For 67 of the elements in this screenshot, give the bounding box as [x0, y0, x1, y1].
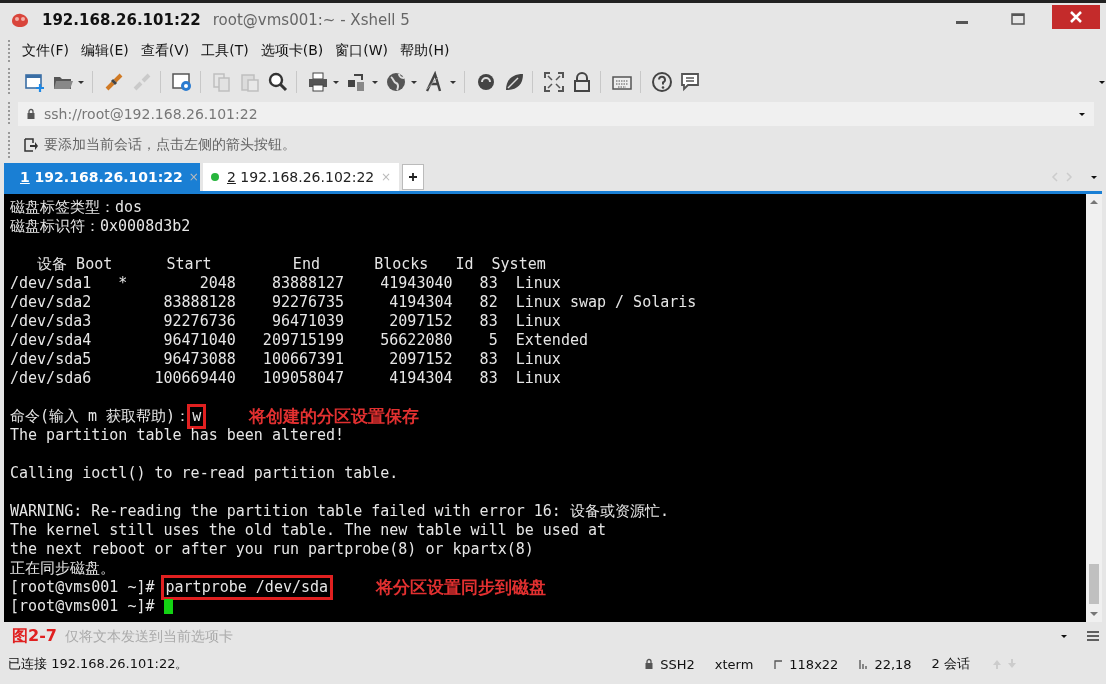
- session-tab[interactable]: 2 192.168.26.102:22 ×: [203, 163, 399, 191]
- fullscreen-icon[interactable]: [543, 71, 565, 93]
- annotation-text: 将分区设置同步到磁盘: [376, 578, 547, 597]
- print-icon[interactable]: [307, 71, 329, 93]
- annotation-text: 将创建的分区设置保存: [249, 407, 420, 426]
- protocol-status: SSH2: [660, 656, 695, 672]
- terminal-line: /dev/sda2 83888128 92276735 4194304 82 Linux swap / Solaris: [10, 293, 697, 312]
- help-icon[interactable]: [651, 71, 673, 93]
- menu-item[interactable]: 选项卡(B): [256, 42, 332, 60]
- chat-icon[interactable]: [679, 71, 701, 93]
- terminal-line: WARNING: Re-reading the partition table failed with error 16: 设备或资源忙.: [10, 502, 669, 521]
- close-icon[interactable]: [1052, 5, 1100, 29]
- terminal-line: The kernel still uses the old table. The new table will be used at: [10, 521, 607, 540]
- plus-icon[interactable]: [408, 172, 418, 182]
- figure-label: 图2-7: [12, 625, 57, 647]
- size-icon: [773, 658, 784, 670]
- connection-status: 已连接 192.168.26.101:22。: [8, 655, 189, 673]
- terminal-line: /dev/sda3 92276736 96471039 2097152 83 Linux: [10, 312, 561, 331]
- address-field[interactable]: ssh://root@192.168.26.101:22: [18, 102, 1094, 126]
- scroll-down-icon[interactable]: [1089, 610, 1099, 618]
- cursor-position: 22,18: [874, 656, 912, 672]
- menu-item[interactable]: 查看(V): [136, 42, 198, 60]
- find-icon[interactable]: [267, 71, 289, 93]
- menu-item[interactable]: 编辑(E): [77, 42, 137, 60]
- lock-icon: [644, 658, 655, 670]
- globe-icon[interactable]: [385, 71, 407, 93]
- terminal-line: The partition table has been altered!: [10, 426, 345, 445]
- new-tab-button[interactable]: [402, 164, 424, 190]
- scrollbar[interactable]: [1086, 194, 1102, 622]
- properties-icon[interactable]: [171, 71, 193, 93]
- terminal-line: [root@vms001 ~]#: [10, 597, 156, 616]
- terminal-command: partprobe /dev/sda: [163, 578, 331, 597]
- session-tab[interactable]: 1 192.168.26.101:22 ×: [4, 163, 200, 191]
- menu-item[interactable]: 文件(F): [18, 42, 77, 60]
- terminal-line: 设备 Boot Start End Blocks Id System: [36, 255, 546, 274]
- menu-icon[interactable]: [1086, 630, 1100, 642]
- scroll-up-icon[interactable]: [1089, 198, 1099, 206]
- menu-item[interactable]: 工具(T): [197, 42, 257, 60]
- window-host: 192.168.26.101:22: [42, 11, 201, 29]
- terminal-line: /dev/sda6 100669440 109058047 4194304 83 Linux: [10, 369, 561, 388]
- connect-icon[interactable]: [103, 71, 125, 93]
- lock-icon[interactable]: [571, 71, 593, 93]
- terminal-size: 118x22: [789, 656, 839, 672]
- scrollbar-thumb[interactable]: [1089, 564, 1099, 604]
- terminal-line: the next reboot or after you run partprobe(8) or kpartx(8): [10, 540, 534, 559]
- arrow-icon[interactable]: [24, 138, 38, 152]
- terminal-line: 命令(输入 m 获取帮助)：: [10, 407, 191, 426]
- terminal-line: /dev/sda1 * 2048 83888127 41943040 83 Linux: [10, 274, 561, 293]
- app-logo-icon: [10, 11, 30, 29]
- terminal-line: [root@vms001 ~]#: [10, 578, 156, 597]
- new-icon[interactable]: [24, 71, 46, 93]
- lock-icon: [26, 108, 36, 120]
- terminal-type: xterm: [714, 656, 754, 672]
- terminal-line: 正在同步磁盘。: [10, 559, 115, 578]
- hint-text: 要添加当前会话，点击左侧的箭头按钮。: [44, 136, 296, 154]
- menu-item[interactable]: 窗口(W): [331, 42, 397, 60]
- window-title: root@vms001:~ - Xshell 5: [212, 11, 410, 29]
- terminal-command: w: [190, 407, 204, 426]
- address-field[interactable]: ssh://root@192.168.26.101:22: [44, 106, 1070, 122]
- terminal-line: /dev/sda5 96473088 100667391 2097152 83 Linux: [10, 350, 561, 369]
- leaf-icon[interactable]: [503, 71, 525, 93]
- terminal-line: 磁盘标识符：0x0008d3b2: [10, 217, 191, 236]
- terminal-line: 磁盘标签类型：dos: [10, 198, 143, 217]
- terminal-line: Calling ioctl() to re-read partition table.: [10, 464, 399, 483]
- terminal-line: /dev/sda4 96471040 209715199 56622080 5 Extended: [10, 331, 588, 350]
- menu-item[interactable]: 帮助(H): [396, 42, 458, 60]
- session-count: 2 会话: [931, 655, 970, 673]
